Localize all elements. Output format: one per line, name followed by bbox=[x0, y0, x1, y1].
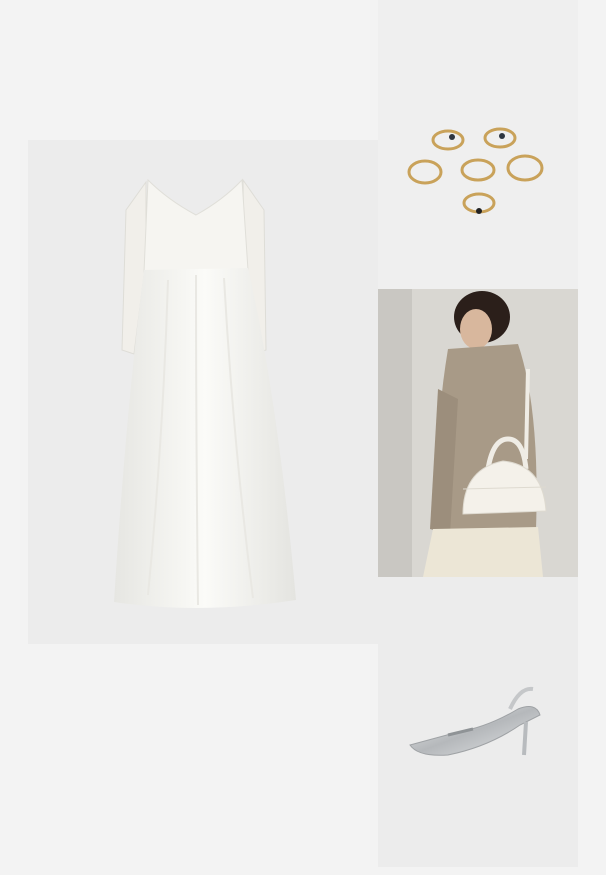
handbag-image bbox=[378, 289, 547, 577]
dress-image bbox=[114, 178, 296, 609]
rings-product-card[interactable] bbox=[378, 0, 578, 289]
shoe-product-card[interactable] bbox=[378, 577, 578, 867]
dress-product-card[interactable] bbox=[28, 140, 378, 644]
rings-image bbox=[407, 127, 544, 214]
handbag-product-card[interactable] bbox=[378, 289, 578, 577]
shoe-image bbox=[409, 686, 541, 756]
